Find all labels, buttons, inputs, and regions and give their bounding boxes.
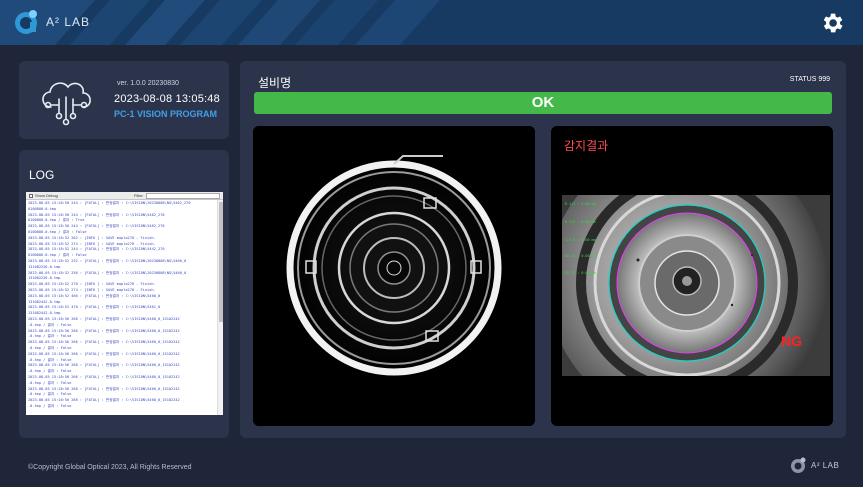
log-scroll-thumb[interactable] xyxy=(219,202,223,322)
lens-live-image xyxy=(253,126,535,426)
log-viewer[interactable]: Show Debug Filter 2023-08-05 15:18:50 24… xyxy=(26,192,223,415)
log-lines: 2023-08-05 15:18:50 244 : [FATAL] : 판정결과… xyxy=(26,200,223,411)
app-logo: A² LAB xyxy=(12,8,90,36)
program-name: PC-1 VISION PROGRAM xyxy=(114,109,218,119)
log-title: LOG xyxy=(29,168,55,182)
inspection-title: 감지결과 xyxy=(564,139,609,153)
footer-logo-icon xyxy=(791,457,806,473)
show-debug-option[interactable]: Show Debug xyxy=(29,193,58,198)
filter-label: Filter xyxy=(134,193,143,198)
result-bar: OK xyxy=(254,92,832,114)
logo-mark-icon xyxy=(15,10,37,34)
show-debug-checkbox[interactable] xyxy=(29,193,33,198)
filter-input[interactable] xyxy=(146,193,220,199)
system-info-panel: ver. 1.0.0 20230830 2023-08-08 13:05:48 … xyxy=(19,61,229,139)
copyright-text: ©Copyright Global Optical 2023, All Righ… xyxy=(28,464,192,471)
measurement-label: R-1/1 : 0.00 mm xyxy=(565,202,596,206)
log-toolbar: Show Debug Filter xyxy=(26,192,223,200)
measurement-label: R2-T2 : 0.00 mm xyxy=(565,271,596,275)
camera-view-live xyxy=(253,126,535,426)
log-scrollbar[interactable] xyxy=(217,200,223,415)
inspection-result-panel: 감지결과 R-1/1: 0.00 mm R-2/2: 0.00 mm 1/2… xyxy=(551,126,833,426)
log-panel: LOG Show Debug Filter 2023-08-05 15:18:5… xyxy=(19,150,229,438)
ng-verdict: NG xyxy=(781,333,802,349)
equipment-name: 설비명 xyxy=(258,76,292,90)
measurement-label: R-2/2 : 0.00 mm xyxy=(565,220,596,224)
app-header: A² LAB xyxy=(0,0,863,45)
cloud-circuit-icon xyxy=(42,82,91,126)
show-debug-label: Show Debug xyxy=(35,193,58,198)
log-line: .0.tmp / 결과 : False xyxy=(28,403,72,408)
status-text: STATUS 999 xyxy=(789,76,830,83)
datetime-text: 2023-08-08 13:05:48 xyxy=(114,93,220,105)
footer-logo: A² LAB xyxy=(789,456,839,474)
measurement-label: 1/2-R : 0.00 mm xyxy=(565,238,596,242)
logo-text: A² LAB xyxy=(46,15,91,29)
footer-logo-text: A² LAB xyxy=(811,460,840,470)
gear-icon[interactable] xyxy=(819,10,845,36)
measurement-label: R2-T1 : 0.00 mm xyxy=(565,254,596,258)
version-text: ver. 1.0.0 20230830 xyxy=(117,80,179,87)
main-panel: 설비명 STATUS 999 OK 감지결과 R-1/1: 0.00 mm R… xyxy=(240,61,846,438)
